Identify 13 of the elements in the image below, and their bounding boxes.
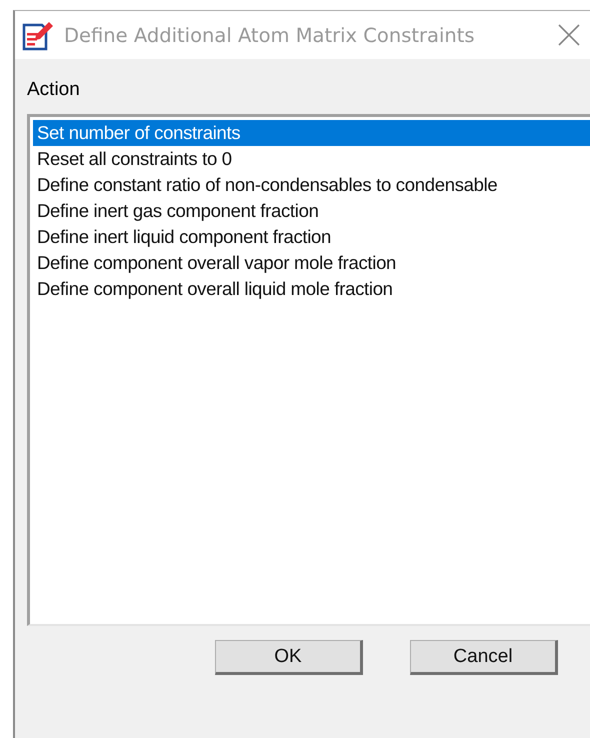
list-item[interactable]: Set number of constraints xyxy=(33,120,590,146)
list-item[interactable]: Define component overall vapor mole fraction xyxy=(33,250,590,276)
cancel-button[interactable]: Cancel xyxy=(410,640,558,675)
action-label: Action xyxy=(27,79,80,101)
window-title: Define Additional Atom Matrix Constraints xyxy=(64,24,476,46)
list-item[interactable]: Reset all constraints to 0 xyxy=(33,146,590,172)
list-item[interactable]: Define inert gas component fraction xyxy=(33,198,590,224)
list-item[interactable]: Define constant ratio of non-condensables to condensable xyxy=(33,172,590,198)
ok-button[interactable]: OK xyxy=(215,640,363,675)
close-icon[interactable] xyxy=(558,24,580,46)
list-item[interactable]: Define inert liquid component fraction xyxy=(33,224,590,250)
document-pencil-icon xyxy=(22,19,54,51)
list-item[interactable]: Define component overall liquid mole fraction xyxy=(33,276,590,302)
